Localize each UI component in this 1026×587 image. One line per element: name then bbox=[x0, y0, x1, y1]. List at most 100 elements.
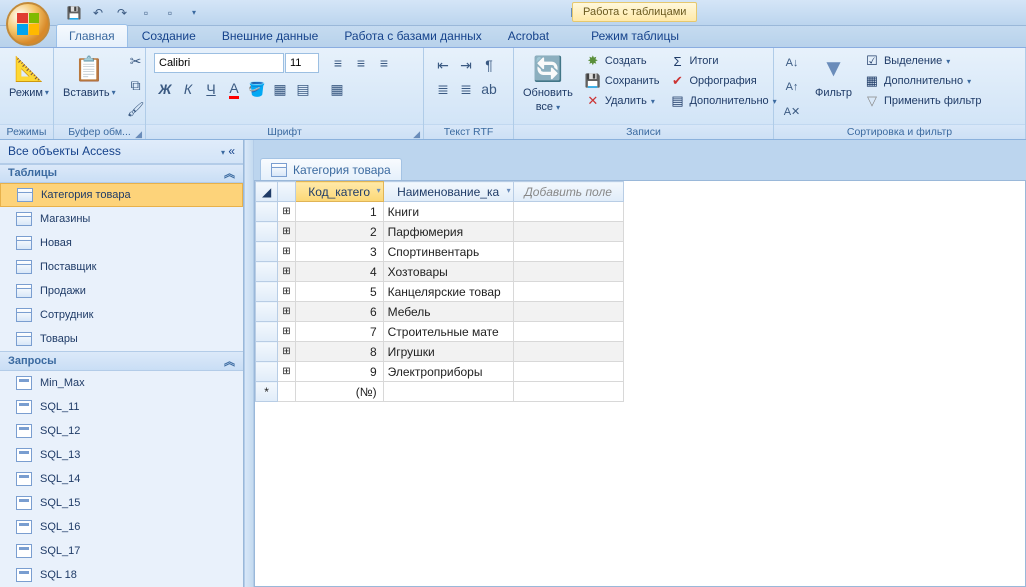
row-selector[interactable] bbox=[256, 302, 278, 322]
cell-empty[interactable] bbox=[513, 202, 623, 222]
nav-item-table[interactable]: Поставщик bbox=[0, 255, 243, 279]
filter-button[interactable]: ▼Фильтр bbox=[810, 50, 857, 102]
align-center-icon[interactable]: ≡ bbox=[350, 52, 372, 74]
sort-asc-icon[interactable]: A↓ bbox=[781, 52, 803, 74]
font-color-icon[interactable]: A bbox=[223, 78, 245, 100]
nav-header[interactable]: Все объекты Access▾ « bbox=[0, 140, 243, 164]
nav-item-query[interactable]: SQL 18 bbox=[0, 563, 243, 587]
nav-item-query[interactable]: Min_Max bbox=[0, 371, 243, 395]
qat-icon[interactable]: ▫ bbox=[138, 5, 154, 21]
row-selector[interactable] bbox=[256, 362, 278, 382]
format-painter-icon[interactable]: 🖌 bbox=[125, 98, 147, 120]
cell-name[interactable]: Строительные мате bbox=[383, 322, 513, 342]
table-row[interactable]: ⊞5Канцелярские товар bbox=[256, 282, 624, 302]
gridlines-icon[interactable]: ▦ bbox=[269, 78, 291, 100]
more-button[interactable]: ▤Дополнительно ▾ bbox=[666, 92, 779, 110]
data-table[interactable]: ◢ Код_катего▾ Наименование_ка▾ Добавить … bbox=[255, 181, 624, 402]
numbering-icon[interactable]: ≣ bbox=[455, 78, 477, 100]
nav-item-table[interactable]: Товары bbox=[0, 327, 243, 351]
totals-button[interactable]: ΣИтоги bbox=[666, 52, 779, 70]
nav-item-query[interactable]: SQL_17 bbox=[0, 539, 243, 563]
expand-icon[interactable]: ⊞ bbox=[278, 362, 295, 382]
save-icon[interactable]: 💾 bbox=[66, 5, 82, 21]
row-selector[interactable] bbox=[256, 262, 278, 282]
table-row[interactable]: ⊞2Парфюмерия bbox=[256, 222, 624, 242]
indent-dec-icon[interactable]: ⇤ bbox=[432, 54, 454, 76]
cell-name[interactable]: Хозтовары bbox=[383, 262, 513, 282]
nav-item-table[interactable]: Категория товара bbox=[0, 183, 243, 207]
collapse-icon[interactable]: ︽ bbox=[224, 353, 235, 369]
cell-id-new[interactable]: (№) bbox=[295, 382, 383, 402]
add-field-column[interactable]: Добавить поле bbox=[513, 182, 623, 202]
underline-icon[interactable]: Ч bbox=[200, 78, 222, 100]
row-selector[interactable] bbox=[256, 342, 278, 362]
tab-external[interactable]: Внешние данные bbox=[210, 25, 331, 47]
cell-empty[interactable] bbox=[513, 282, 623, 302]
cell-id[interactable]: 9 bbox=[295, 362, 383, 382]
expand-icon[interactable]: ⊞ bbox=[278, 222, 295, 242]
toggle-filter-button[interactable]: ▽Применить фильтр bbox=[861, 92, 985, 110]
save-record-button[interactable]: 💾Сохранить bbox=[582, 72, 663, 90]
cell-name[interactable]: Мебель bbox=[383, 302, 513, 322]
cell-name[interactable]: Игрушки bbox=[383, 342, 513, 362]
cell-empty[interactable] bbox=[513, 242, 623, 262]
table-row[interactable]: ⊞4Хозтовары bbox=[256, 262, 624, 282]
new-row[interactable]: *(№) bbox=[256, 382, 624, 402]
nav-item-table[interactable]: Сотрудник bbox=[0, 303, 243, 327]
copy-icon[interactable]: ⧉ bbox=[125, 74, 147, 96]
nav-collapse-icon[interactable]: « bbox=[228, 144, 235, 158]
expand-icon[interactable]: ⊞ bbox=[278, 302, 295, 322]
chevron-down-icon[interactable]: ▾ bbox=[377, 186, 381, 195]
qat-icon[interactable]: ▫ bbox=[162, 5, 178, 21]
gridlines2-icon[interactable]: ▦ bbox=[326, 78, 348, 100]
cell-id[interactable]: 8 bbox=[295, 342, 383, 362]
table-row[interactable]: ⊞3Спортинвентарь bbox=[256, 242, 624, 262]
alt-row-icon[interactable]: ▤ bbox=[292, 78, 314, 100]
cell-id[interactable]: 3 bbox=[295, 242, 383, 262]
cell-empty[interactable] bbox=[513, 262, 623, 282]
row-selector[interactable] bbox=[256, 222, 278, 242]
tab-acrobat[interactable]: Acrobat bbox=[496, 25, 561, 47]
delete-record-button[interactable]: ✕Удалить ▾ bbox=[582, 92, 663, 110]
new-record-button[interactable]: ✸Создать bbox=[582, 52, 663, 70]
nav-item-query[interactable]: SQL_14 bbox=[0, 467, 243, 491]
office-button[interactable] bbox=[6, 2, 50, 46]
selection-button[interactable]: ☑Выделение ▾ bbox=[861, 52, 985, 70]
paste-button[interactable]: 📋Вставить▾ bbox=[58, 50, 121, 102]
datasheet-tab[interactable]: Категория товара bbox=[260, 158, 402, 180]
redo-icon[interactable]: ↷ bbox=[114, 5, 130, 21]
spelling-button[interactable]: ✔Орфография bbox=[666, 72, 779, 90]
align-right-icon[interactable]: ≡ bbox=[373, 52, 395, 74]
bold-icon[interactable]: Ж bbox=[154, 78, 176, 100]
clear-sort-icon[interactable]: A✕ bbox=[781, 100, 803, 122]
undo-icon[interactable]: ↶ bbox=[90, 5, 106, 21]
chevron-down-icon[interactable]: ▾ bbox=[221, 148, 225, 157]
nav-group-tables[interactable]: Таблицы︽ bbox=[0, 164, 243, 184]
nav-item-query[interactable]: SQL_11 bbox=[0, 395, 243, 419]
cell-empty[interactable] bbox=[513, 322, 623, 342]
expand-icon[interactable]: ⊞ bbox=[278, 202, 295, 222]
nav-item-table[interactable]: Новая bbox=[0, 231, 243, 255]
table-row[interactable]: ⊞1Книги bbox=[256, 202, 624, 222]
table-row[interactable]: ⊞7Строительные мате bbox=[256, 322, 624, 342]
cell-id[interactable]: 2 bbox=[295, 222, 383, 242]
cut-icon[interactable]: ✂ bbox=[125, 50, 147, 72]
expand-icon[interactable]: ⊞ bbox=[278, 282, 295, 302]
cell-empty[interactable] bbox=[513, 302, 623, 322]
cell-name[interactable]: Спортинвентарь bbox=[383, 242, 513, 262]
view-button[interactable]: 📐Режим▾ bbox=[4, 50, 54, 102]
nav-item-query[interactable]: SQL_12 bbox=[0, 419, 243, 443]
ltr-icon[interactable]: ¶ bbox=[478, 54, 500, 76]
cell-empty[interactable] bbox=[513, 222, 623, 242]
tab-datasheet[interactable]: Режим таблицы bbox=[579, 25, 691, 47]
row-selector[interactable] bbox=[256, 202, 278, 222]
expand-icon[interactable]: ⊞ bbox=[278, 342, 295, 362]
nav-item-table[interactable]: Магазины bbox=[0, 207, 243, 231]
column-header-id[interactable]: Код_катего▾ bbox=[295, 182, 383, 202]
qat-customize-icon[interactable]: ▾ bbox=[186, 5, 202, 21]
nav-item-query[interactable]: SQL_15 bbox=[0, 491, 243, 515]
cell-name[interactable]: Парфюмерия bbox=[383, 222, 513, 242]
tab-create[interactable]: Создание bbox=[130, 25, 208, 47]
nav-item-query[interactable]: SQL_16 bbox=[0, 515, 243, 539]
cell-empty[interactable] bbox=[513, 342, 623, 362]
